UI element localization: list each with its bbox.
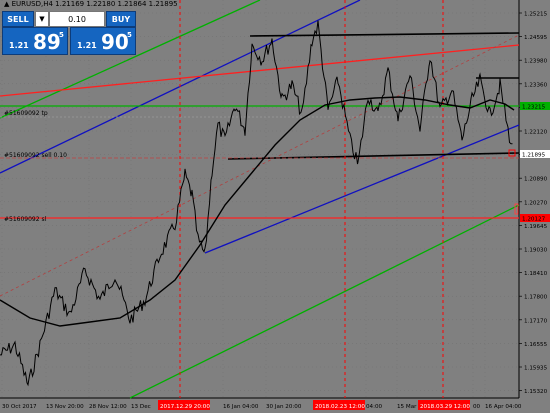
price-label: 1.23360	[524, 82, 548, 88]
sell-price-big: 89	[33, 30, 61, 54]
price-tag-text: 1.21895	[522, 153, 546, 159]
price-label: 1.15320	[524, 389, 548, 395]
sell-price-sup: 5	[59, 31, 64, 39]
chevron-down-icon[interactable]: ▼	[35, 11, 49, 27]
price-label: 1.19030	[524, 248, 548, 254]
price-label: 1.18410	[524, 271, 548, 277]
price-label: 1.20270	[524, 200, 548, 206]
time-axis-highlights: 2017.12.29 20:00 2018.02.23 12:00 2018.03.…	[158, 400, 470, 410]
price-label: 1.16555	[524, 342, 548, 348]
time-label: 30 Oct 2017	[2, 404, 37, 410]
one-click-trading-panel: SELL ▼ 0.10 BUY 1.21 89 5 1.21 90 5	[2, 11, 136, 55]
order-label-sl[interactable]: #51609092 sl	[4, 216, 47, 223]
buy-button[interactable]: BUY	[106, 11, 136, 27]
time-highlight-text: 2018.02.23 12:00	[315, 404, 365, 410]
price-label: 1.25215	[524, 12, 548, 18]
price-label: 1.17800	[524, 295, 548, 301]
symbol-line: ▲ EURUSD,H4 1.21169 1.22180 1.21864 1.21…	[4, 0, 178, 8]
sell-button[interactable]: SELL	[2, 11, 34, 27]
lot-size-input[interactable]: 0.10	[49, 11, 105, 27]
price-label: 1.20890	[524, 177, 548, 183]
time-label: 16 Apr 04:00	[485, 404, 522, 410]
buy-price-big: 90	[101, 30, 129, 54]
buy-price-prefix: 1.21	[77, 41, 97, 50]
time-highlight-text: 2018.03.29 12:00	[420, 404, 470, 410]
time-label: 30 Jan 20:00	[266, 404, 302, 410]
sell-price-quote[interactable]: 1.21 89 5	[2, 27, 68, 55]
time-label: 16 Jan 04:00	[223, 404, 259, 410]
time-label: 04:00	[366, 404, 383, 410]
buy-price-quote[interactable]: 1.21 90 5	[70, 27, 136, 55]
time-label: 13 Nov 20:00	[46, 404, 84, 410]
price-tag-text: 1.20127	[522, 217, 546, 223]
time-label: 15 Mar	[397, 404, 417, 410]
price-label: 1.22120	[524, 130, 548, 136]
symbol-icon: ▲	[4, 0, 10, 8]
time-label: 00	[473, 404, 481, 410]
order-label-sell[interactable]: #51609092 sell 0.10	[4, 152, 67, 159]
price-label: 1.19645	[524, 224, 548, 230]
buy-price-sup: 5	[127, 31, 132, 39]
price-label: 1.17170	[524, 318, 548, 324]
order-label-tp[interactable]: #51609092 tp	[4, 110, 48, 117]
time-label: 13 Dec	[131, 404, 151, 410]
price-label: 1.15935	[524, 366, 548, 372]
price-tag-text: 1.23215	[522, 105, 546, 111]
price-chart[interactable]: #51609092 tp #51609092 sell 0.10 #516090…	[0, 0, 550, 413]
price-label: 1.23980	[524, 59, 548, 65]
price-label: 1.24595	[524, 35, 548, 41]
time-label: 28 Nov 12:00	[89, 404, 127, 410]
symbol-text: EURUSD,H4 1.21169 1.22180 1.21864 1.2189…	[11, 0, 178, 8]
time-highlight-text: 2017.12.29 20:00	[160, 404, 210, 410]
sell-price-prefix: 1.21	[9, 41, 29, 50]
